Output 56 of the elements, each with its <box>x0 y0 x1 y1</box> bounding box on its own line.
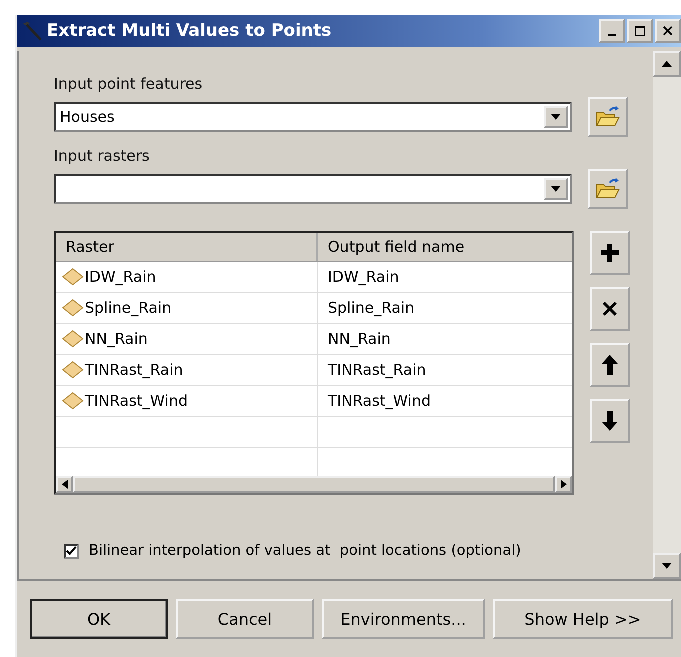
dialog-button[interactable]: OK <box>30 599 168 639</box>
checkbox-label[interactable]: Bilinear interpolation of values at point locations (optional) <box>89 543 522 559</box>
hammer-icon <box>21 21 43 41</box>
horizontal-scrollbar[interactable] <box>56 476 572 493</box>
dropdown-field[interactable] <box>54 174 572 204</box>
table-cell: IDW_Rain <box>56 262 318 292</box>
table-cell-text: IDW_Rain <box>327 267 400 288</box>
down-arrow-icon <box>662 563 672 569</box>
dialog-button[interactable]: Show Help >> <box>493 599 673 639</box>
minimize-icon <box>608 34 616 36</box>
column-header[interactable]: Output field name <box>318 233 465 261</box>
close-button[interactable] <box>655 19 681 43</box>
vertical-scrollbar[interactable] <box>653 51 681 579</box>
table-cell-text: Spline_Rain <box>327 298 415 319</box>
table-cell: TINRast_Wind <box>56 386 318 416</box>
dropdown-arrow-icon <box>551 114 561 120</box>
table-cell: Spline_Rain <box>56 293 318 323</box>
browse-button[interactable] <box>588 97 628 137</box>
right-arrow-icon <box>560 480 566 489</box>
dialog-button[interactable]: Environments... <box>322 599 485 639</box>
browse-button[interactable] <box>588 169 628 209</box>
table-cell: TINRast_Rain <box>56 355 318 385</box>
checkmark-icon <box>66 546 77 556</box>
plus-icon <box>599 242 621 264</box>
move-up-button[interactable] <box>590 343 630 387</box>
add-button[interactable] <box>590 231 630 275</box>
table-cell-text: TINRast_Wind <box>327 391 431 412</box>
raster-diamond-icon <box>62 268 84 286</box>
folder-icon <box>595 177 621 201</box>
up-arrow-icon <box>662 61 672 67</box>
up-arrow-icon <box>601 354 619 376</box>
dropdown-arrow-icon <box>551 186 561 192</box>
move-down-button[interactable] <box>590 399 630 443</box>
remove-button[interactable] <box>590 287 630 331</box>
close-icon <box>662 25 674 37</box>
table-cell-text: TINRast_Rain <box>327 360 426 381</box>
checkbox[interactable] <box>64 544 79 558</box>
raster-diamond-icon <box>62 361 84 379</box>
dropdown-field[interactable]: Houses <box>54 102 572 132</box>
raster-diamond-icon <box>62 392 84 410</box>
window-title: Extract Multi Values to Points <box>47 21 333 41</box>
column-header[interactable]: Raster <box>56 233 318 261</box>
down-arrow-icon <box>601 410 619 432</box>
maximize-button[interactable] <box>627 19 653 43</box>
raster-diamond-icon <box>62 330 84 348</box>
maximize-icon <box>634 25 646 37</box>
field-label: Input rasters <box>54 146 151 167</box>
close-icon <box>602 301 618 317</box>
dialog-button[interactable]: Cancel <box>176 599 314 639</box>
table-cell: NN_Rain <box>56 324 318 354</box>
folder-icon <box>595 105 621 129</box>
left-arrow-icon <box>62 480 68 489</box>
raster-diamond-icon <box>62 299 84 317</box>
table-cell-text: NN_Rain <box>327 329 391 350</box>
minimize-button[interactable] <box>599 19 625 43</box>
field-label: Input point features <box>54 74 204 95</box>
